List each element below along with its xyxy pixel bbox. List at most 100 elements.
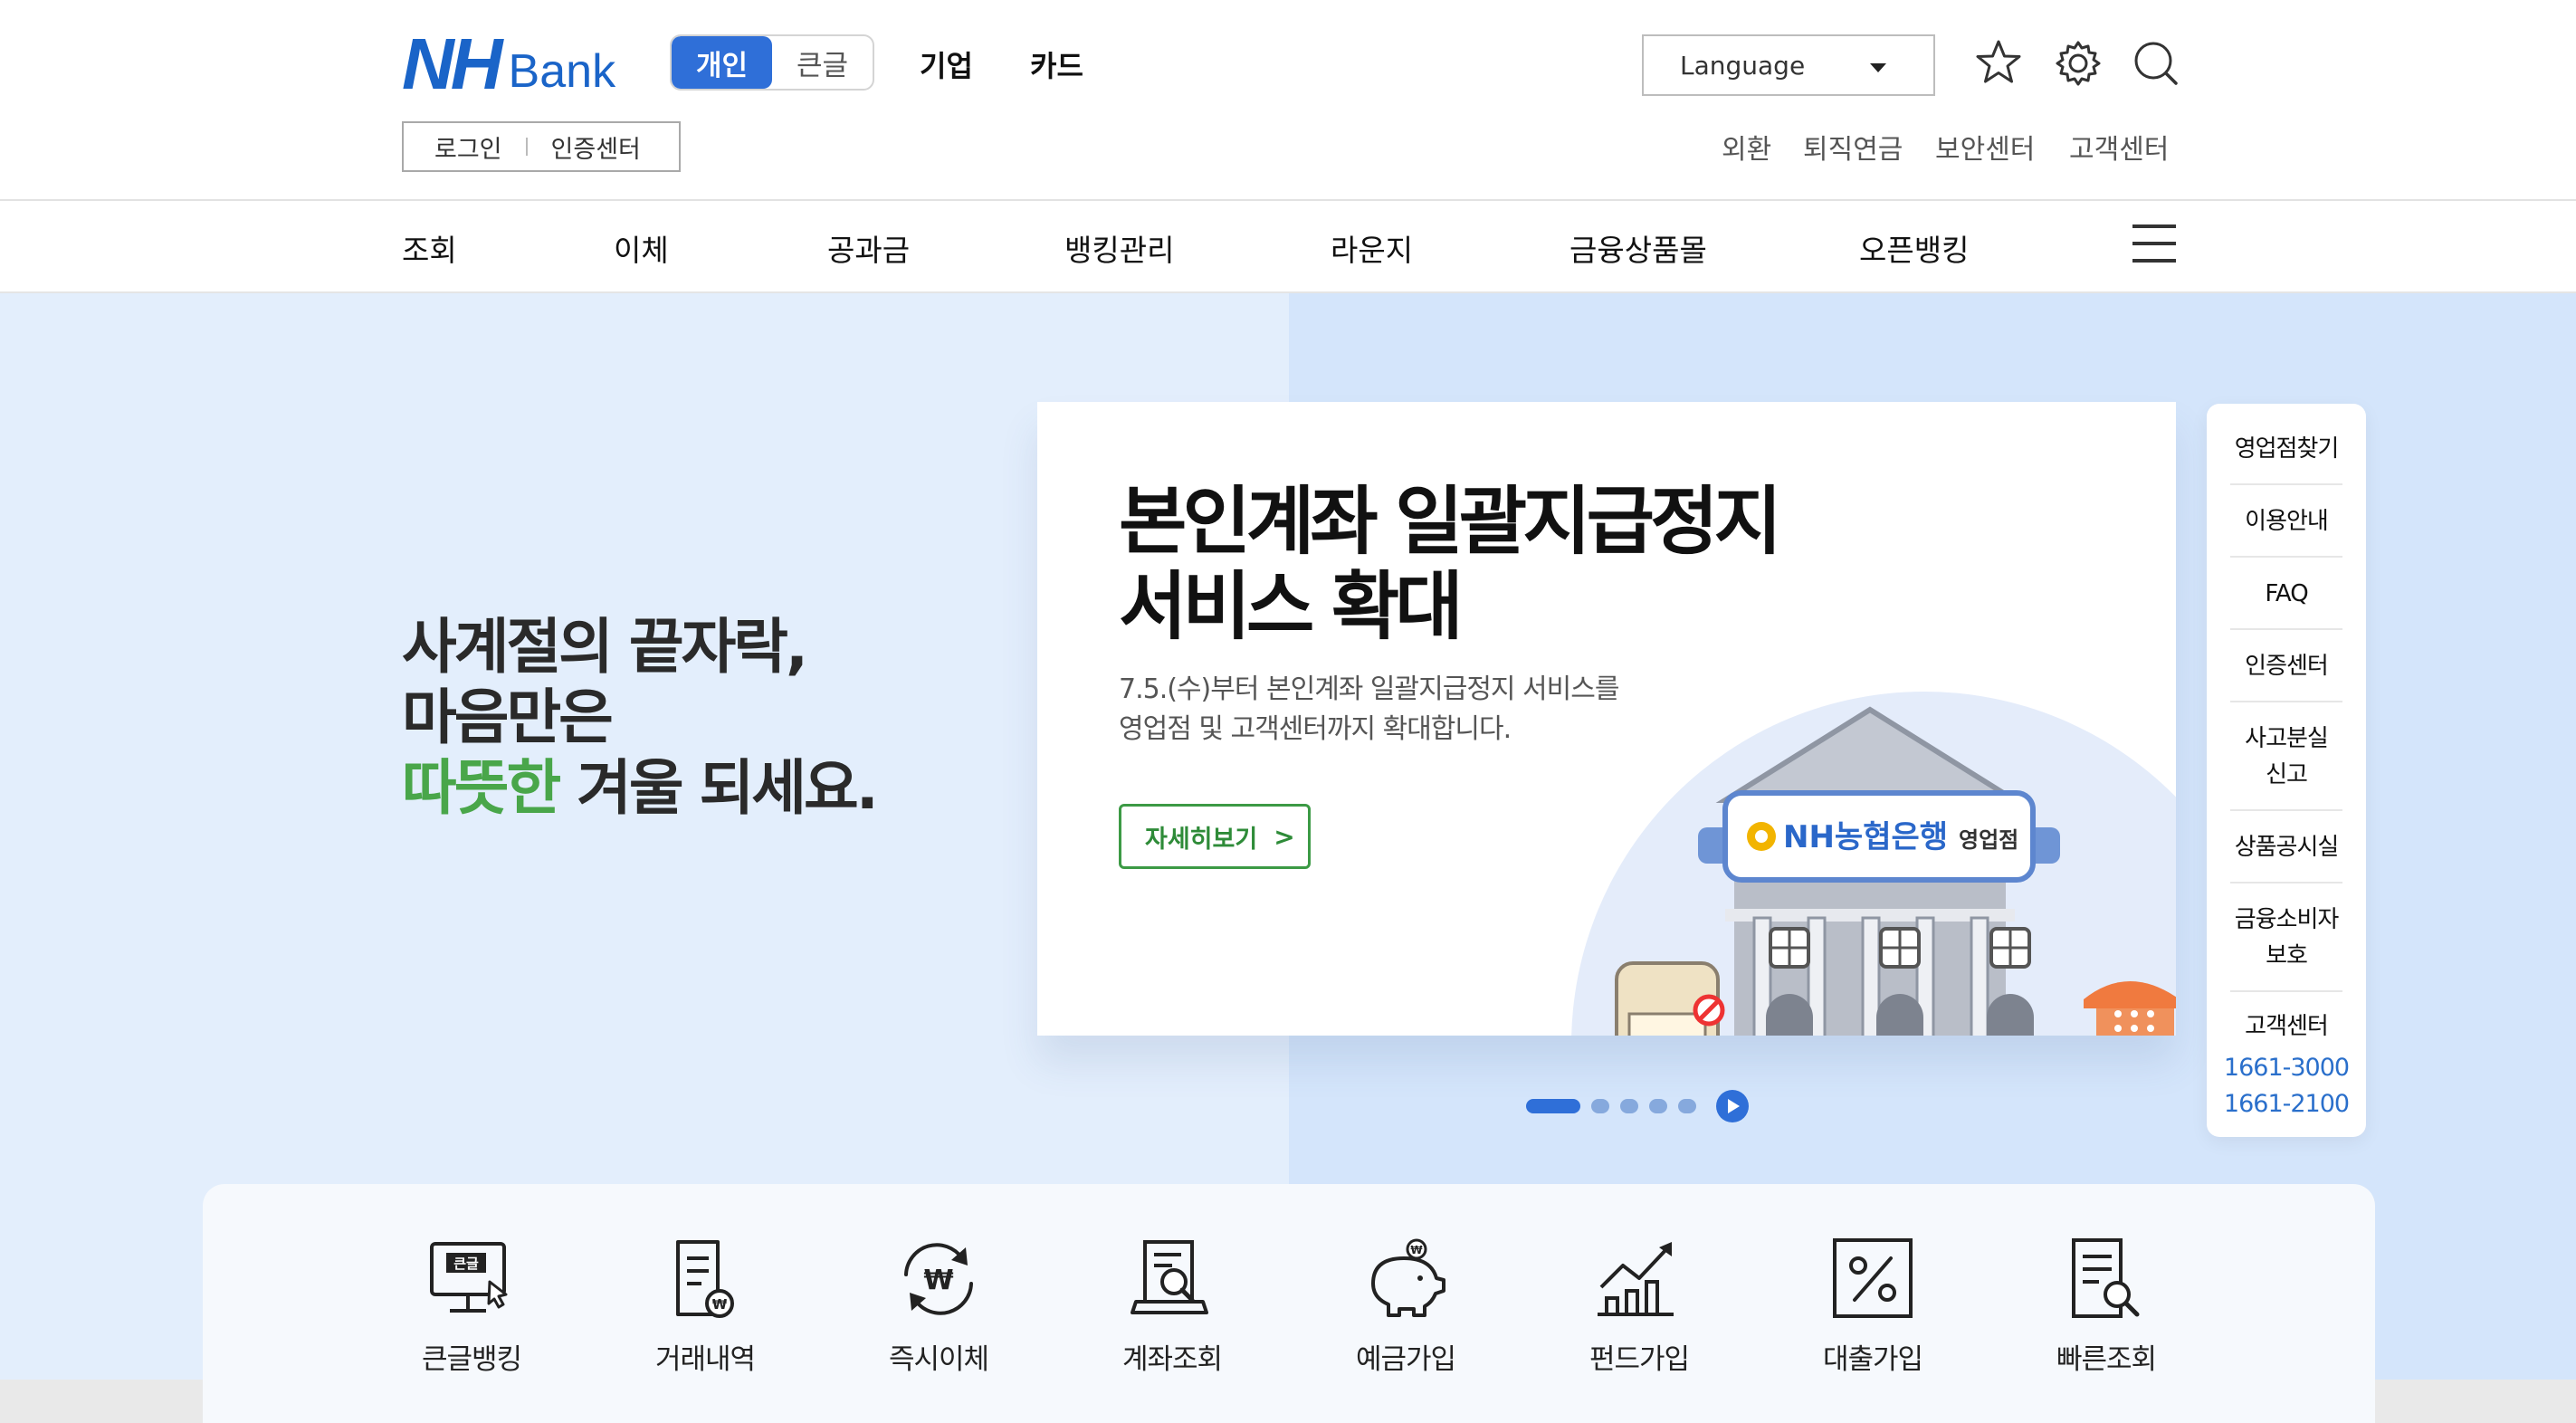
logo-bank: Bank (508, 45, 616, 98)
carousel-dot-1[interactable] (1526, 1099, 1580, 1113)
refresh-won-icon: ₩ (904, 1243, 973, 1315)
divider (2230, 556, 2342, 558)
tagline-line1: 사계절의 끝자락, (402, 612, 808, 682)
service-label: 펀드가입 (1589, 1343, 1690, 1376)
gnb-inquiry[interactable]: 조회 (402, 226, 457, 270)
quick-faq[interactable]: FAQ (2230, 576, 2342, 612)
main-navigation: 조회 이체 공과금 뱅킹관리 라운지 금융상품몰 오픈뱅킹 (0, 201, 2576, 293)
gnb-transfer[interactable]: 이체 (614, 226, 669, 270)
service-label: 계좌조회 (1121, 1343, 1223, 1376)
util-link-pension[interactable]: 퇴직연금 (1803, 127, 1903, 167)
gnb-banking-management[interactable]: 뱅킹관리 (1064, 226, 1174, 270)
quick-phone-1[interactable]: 1661-3000 (2207, 1054, 2366, 1082)
slide-title-line2: 서비스 확대 (1119, 564, 1464, 650)
gnb-lounge[interactable]: 라운지 (1331, 226, 1413, 270)
service-label: 빠른조회 (2056, 1343, 2157, 1376)
service-instant-transfer[interactable]: ₩ 즉시이체 (848, 1184, 1029, 1423)
logo-nh: NH (402, 24, 503, 104)
gnb-open-banking[interactable]: 오픈뱅킹 (1859, 226, 1969, 270)
quick-cert-center[interactable]: 인증센터 (2230, 648, 2342, 684)
carousel-dot-2[interactable] (1591, 1099, 1609, 1113)
carousel-play-icon[interactable] (1716, 1090, 1749, 1122)
service-loan-signup[interactable]: 대출가입 (1782, 1184, 1963, 1423)
service-label: 대출가입 (1822, 1343, 1923, 1376)
star-icon[interactable] (1971, 36, 2026, 91)
svg-text:₩: ₩ (712, 1296, 728, 1313)
hero-section: 사계절의 끝자락, 마음만은 따뜻한 겨울 되세요. 본인계좌 일괄지급정지 서… (0, 293, 2576, 1423)
service-label: 큰글뱅킹 (421, 1343, 522, 1376)
divider (2230, 882, 2342, 883)
language-select[interactable]: Language (1642, 34, 1935, 96)
cert-center-link[interactable]: 인증센터 (551, 129, 641, 165)
monitor-badge-text: 큰글 (453, 1256, 479, 1272)
page: { "header": { "logo_nh": "NH", "logo_ban… (0, 0, 2576, 1423)
topnav-business[interactable]: 기업 (920, 43, 973, 85)
language-label: Language (1680, 50, 1806, 81)
site-header: NH Bank 개인 큰글 기업 카드 Language 로그인 인증센터 외환… (0, 0, 2576, 201)
divider (525, 138, 528, 156)
quick-loss-report[interactable]: 사고분실 신고 (2230, 721, 2342, 793)
service-label: 예금가입 (1355, 1343, 1456, 1376)
service-label: 거래내역 (654, 1343, 756, 1376)
tagline-highlight: 따뜻한 (402, 753, 561, 823)
carousel-dot-5[interactable] (1678, 1099, 1696, 1113)
quick-product-disclosure[interactable]: 상품공시실 (2230, 829, 2342, 865)
carousel-dot-3[interactable] (1620, 1099, 1638, 1113)
topnav-card[interactable]: 카드 (1030, 43, 1083, 85)
percent-icon (1833, 1238, 1913, 1318)
sign-sub-text: 영업점 (1959, 827, 2018, 853)
quick-menu: 영업점찾기 이용안내 FAQ 인증센터 사고분실 신고 상품공시실 금융소비자 … (2207, 404, 2366, 1137)
slide-detail-button[interactable]: 자세히보기 > (1119, 804, 1311, 869)
service-label: 즉시이체 (888, 1343, 989, 1376)
mode-large-text-button[interactable]: 큰글 (772, 36, 873, 89)
tagline-line3-rest: 겨울 되세요. (558, 753, 879, 823)
document-search-icon (2072, 1238, 2140, 1318)
mode-personal-button[interactable]: 개인 (672, 36, 772, 89)
quick-customer-center[interactable]: 고객센터 (2230, 1008, 2342, 1045)
service-deposit-signup[interactable]: ₩ 예금가입 (1315, 1184, 1496, 1423)
divider (2230, 483, 2342, 485)
carousel-dot-4[interactable] (1649, 1099, 1667, 1113)
divider (2230, 628, 2342, 630)
util-link-customer[interactable]: 고객센터 (2069, 127, 2169, 167)
chevron-right-icon: > (1274, 821, 1295, 852)
gear-icon[interactable] (2051, 36, 2105, 91)
banner-slide[interactable]: 본인계좌 일괄지급정지 서비스 확대 7.5.(수)부터 본인계좌 일괄지급정지… (1037, 402, 2176, 1036)
slide-title-line1: 본인계좌 일괄지급정지 (1119, 479, 1782, 565)
gnb-product-mall[interactable]: 금융상품몰 (1569, 226, 1707, 270)
quick-consumer-protection[interactable]: 금융소비자 보호 (2230, 902, 2342, 974)
svg-text:₩: ₩ (1410, 1244, 1423, 1256)
tagline-line2: 마음만은 (402, 683, 614, 752)
gnb-utility-bill[interactable]: 공과금 (827, 226, 910, 270)
service-transaction-history[interactable]: ₩ 거래내역 (615, 1184, 796, 1423)
divider (2230, 990, 2342, 992)
quick-branch-finder[interactable]: 영업점찾기 (2230, 431, 2342, 467)
slide-title: 본인계좌 일괄지급정지 서비스 확대 (1119, 479, 1782, 650)
menu-hamburger-icon[interactable] (2132, 224, 2176, 263)
bank-branch-illustration: NH농협은행 영업점 (1571, 692, 2176, 1036)
divider (2230, 701, 2342, 702)
quick-usage-guide[interactable]: 이용안내 (2230, 503, 2342, 540)
quick-phone-2[interactable]: 1661-2100 (2207, 1090, 2366, 1118)
tagline-line3: 따뜻한 겨울 되세요. (402, 753, 879, 824)
util-link-security[interactable]: 보안센터 (1935, 127, 2035, 167)
sign-text: NH농협은행 (1783, 819, 1948, 855)
service-quick-inquiry[interactable]: 빠른조회 (2016, 1184, 2197, 1423)
service-account-inquiry[interactable]: 계좌조회 (1082, 1184, 1263, 1423)
util-link-forex[interactable]: 외환 (1722, 127, 1771, 167)
chart-icon (1598, 1242, 1674, 1316)
service-large-text-banking[interactable]: 큰글 큰글뱅킹 (381, 1184, 562, 1423)
svg-text:₩: ₩ (923, 1265, 953, 1296)
slide-detail-label: 자세히보기 (1145, 825, 1258, 854)
caret-down-icon (1870, 63, 1886, 72)
service-fund-signup[interactable]: 펀드가입 (1549, 1184, 1730, 1423)
divider (2230, 809, 2342, 811)
login-box: 로그인 인증센터 (402, 121, 681, 172)
search-icon[interactable] (2129, 36, 2183, 91)
mode-toggle: 개인 큰글 (670, 34, 874, 91)
hero-tagline: 사계절의 끝자락, 마음만은 따뜻한 겨울 되세요. (402, 612, 879, 824)
login-link[interactable]: 로그인 (434, 129, 502, 165)
nh-bank-logo[interactable]: NH Bank (402, 24, 616, 104)
account-search-icon (1131, 1240, 1208, 1314)
piggy-bank-icon: ₩ (1371, 1238, 1445, 1317)
